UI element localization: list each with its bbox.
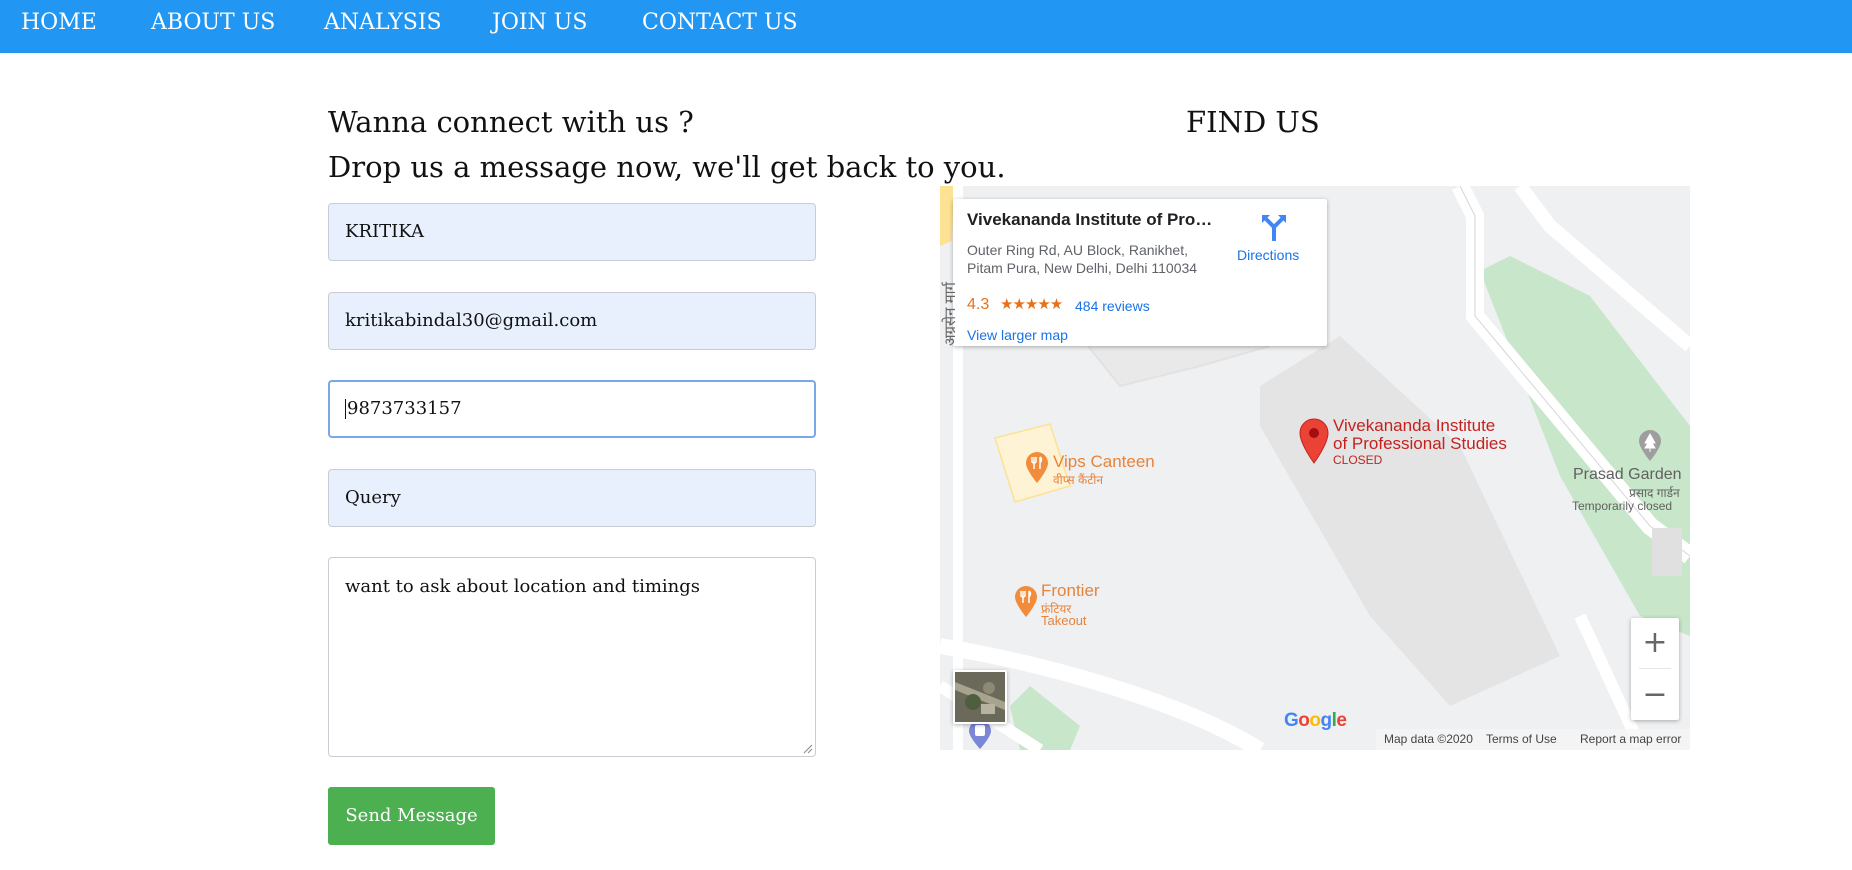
google-letter: o xyxy=(1298,710,1310,731)
email-value: kritikabindal30@gmail.com xyxy=(345,310,598,331)
report-map-error-link[interactable]: Report a map error xyxy=(1580,729,1681,750)
park-icon[interactable] xyxy=(1638,430,1662,462)
terms-of-use-link[interactable]: Terms of Use xyxy=(1486,729,1557,750)
message-value: want to ask about location and timings xyxy=(345,576,700,597)
place-address: Outer Ring Rd, AU Block, Ranikhet, Pitam… xyxy=(967,241,1227,277)
rating-value: 4.3 xyxy=(967,296,990,313)
pin-name-line-2: of Professional Studies xyxy=(1333,434,1507,453)
nav-analysis[interactable]: ANALYSIS xyxy=(324,0,442,45)
zoom-out-button[interactable]: − xyxy=(1631,670,1679,720)
restaurant-icon[interactable] xyxy=(1014,586,1038,618)
rating-stars-icon: ★★★★★ xyxy=(1000,296,1063,313)
place-title[interactable]: Vivekananda Institute of Profe... xyxy=(967,210,1217,230)
phone-value: 9873733157 xyxy=(347,398,462,419)
prasad-garden-label[interactable]: Prasad Garden xyxy=(1573,466,1682,484)
directions-icon[interactable] xyxy=(1260,213,1288,241)
google-letter: o xyxy=(1309,710,1321,731)
zoom-divider xyxy=(1639,668,1671,669)
nav-contact-us[interactable]: CONTACT US xyxy=(642,0,798,45)
vips-canteen-label[interactable]: Vips Canteen xyxy=(1053,452,1155,472)
find-us-heading: FIND US xyxy=(1186,105,1320,139)
transit-icon[interactable] xyxy=(968,720,992,750)
top-nav: HOME ABOUT US ANALYSIS JOIN US CONTACT U… xyxy=(0,0,1852,53)
nav-join-us[interactable]: JOIN US xyxy=(492,0,587,45)
frontier-takeout-label: Takeout xyxy=(1041,613,1087,628)
address-line-1: Outer Ring Rd, AU Block, Ranikhet, xyxy=(967,242,1188,258)
google-logo: Google xyxy=(1284,710,1347,732)
name-input[interactable]: KRITIKA xyxy=(328,203,816,261)
subject-input[interactable]: Query xyxy=(328,469,816,527)
vips-canteen-label-hi: वीप्स कैंटीन xyxy=(1053,473,1104,487)
zoom-controls: + − xyxy=(1631,618,1679,720)
google-map[interactable]: Vivekananda Institute of Profe... Outer … xyxy=(940,186,1690,750)
resize-handle-icon[interactable] xyxy=(803,744,813,754)
prasad-garden-status: Temporarily closed xyxy=(1572,499,1673,513)
contact-heading-line1: Wanna connect with us ? xyxy=(328,105,694,139)
subject-value: Query xyxy=(345,487,401,508)
view-larger-map-link[interactable]: View larger map xyxy=(967,327,1068,343)
google-letter: G xyxy=(1284,710,1299,731)
satellite-thumbnail-icon xyxy=(955,672,1005,722)
restaurant-icon[interactable] xyxy=(1025,452,1049,484)
map-data-text: Map data ©2020 xyxy=(1384,732,1473,746)
pin-name-line-1: Vivekananda Institute xyxy=(1333,416,1496,435)
pin-place-name[interactable]: Vivekananda Institute of Professional St… xyxy=(1333,417,1507,453)
nav-about-us[interactable]: ABOUT US xyxy=(151,0,275,45)
address-line-2: Pitam Pura, New Delhi, Delhi 110034 xyxy=(967,260,1198,276)
directions-link[interactable]: Directions xyxy=(1237,247,1299,263)
nav-home[interactable]: HOME xyxy=(21,0,97,45)
google-letter: g xyxy=(1320,710,1333,731)
message-textarea[interactable]: want to ask about location and timings xyxy=(328,557,816,757)
phone-input[interactable]: 9873733157 xyxy=(328,380,816,438)
zoom-in-button[interactable]: + xyxy=(1631,618,1679,668)
road-label: अग्रसेन मार्ग xyxy=(941,282,959,346)
email-input[interactable]: kritikabindal30@gmail.com xyxy=(328,292,816,350)
map-pin-icon[interactable] xyxy=(1298,418,1330,464)
map-attribution: Map data ©2020 Terms of Use Report a map… xyxy=(1376,729,1690,750)
frontier-label[interactable]: Frontier xyxy=(1041,581,1100,601)
reviews-link[interactable]: 484 reviews xyxy=(1075,298,1150,314)
send-message-button[interactable]: Send Message xyxy=(328,787,495,845)
place-info-card: Vivekananda Institute of Profe... Outer … xyxy=(953,199,1327,346)
satellite-toggle-button[interactable] xyxy=(953,670,1007,724)
pin-status: CLOSED xyxy=(1333,453,1383,467)
contact-heading-line2: Drop us a message now, we'll get back to… xyxy=(328,150,1006,184)
name-value: KRITIKA xyxy=(345,221,424,242)
text-caret xyxy=(345,399,346,419)
google-letter: e xyxy=(1336,710,1347,731)
